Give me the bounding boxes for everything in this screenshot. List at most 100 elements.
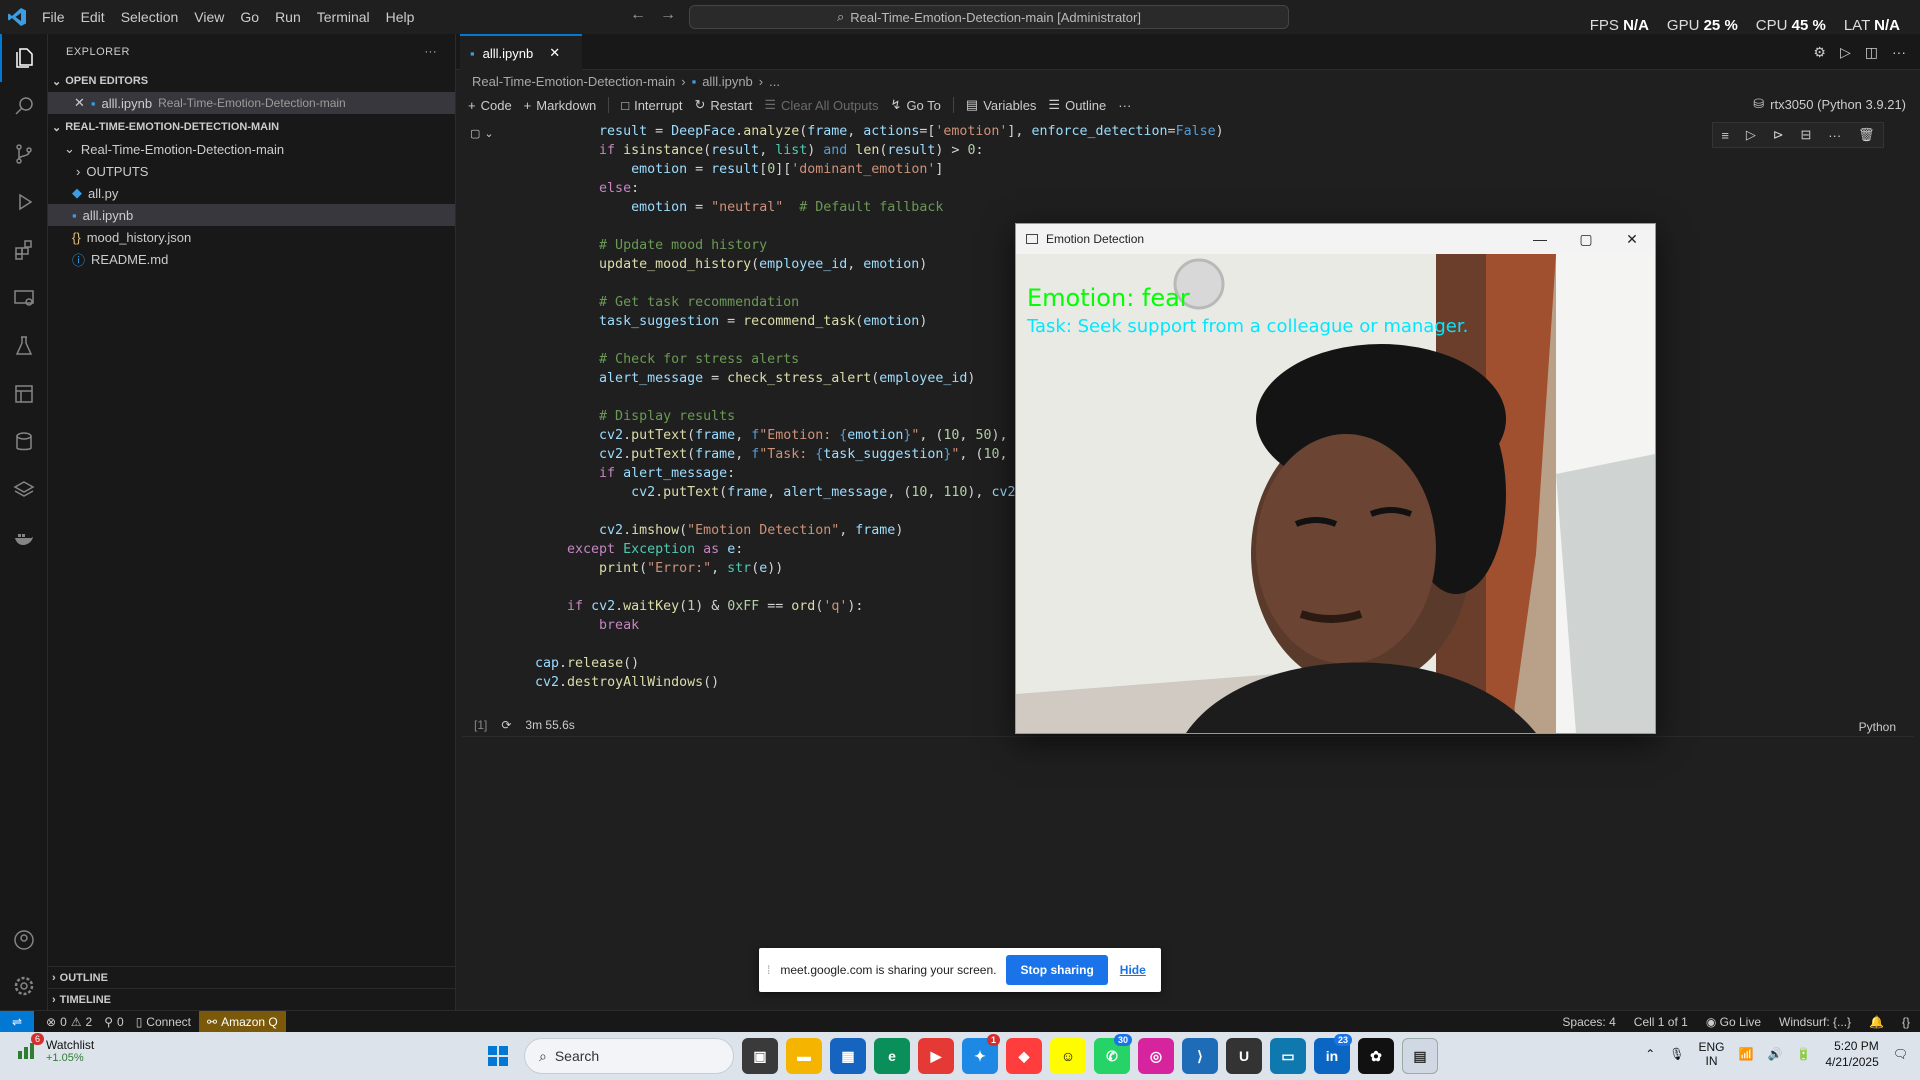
close-icon[interactable]: ✕ [549,45,560,61]
file-item-mood-history[interactable]: {} mood_history.json [48,226,455,248]
more-actions-icon[interactable]: ··· [425,46,438,58]
more-actions-icon[interactable]: ··· [1828,128,1841,143]
menu-view[interactable]: View [186,9,232,25]
run-cell-icon[interactable]: ▷ [1746,127,1756,143]
menu-go[interactable]: Go [232,9,267,25]
close-icon[interactable]: ✕ [1609,224,1655,254]
chevron-up-icon[interactable]: ⌃ [1645,1047,1655,1061]
add-code-button[interactable]: + Code [468,98,512,113]
remote-indicator-icon[interactable]: ⇌ [0,1010,34,1033]
restart-button[interactable]: ↻ Restart [695,97,753,113]
braces-icon[interactable]: {} [1902,1015,1910,1029]
file-item-all-py[interactable]: ◆ all.py [48,182,455,204]
run-debug-icon[interactable] [0,178,48,226]
cell-indicator[interactable]: Cell 1 of 1 [1634,1015,1688,1029]
chevron-down-icon[interactable]: ⌄ [484,127,493,140]
variables-button[interactable]: ▤ Variables [966,97,1037,113]
maximize-icon[interactable]: ▢ [1563,224,1609,254]
extensions-icon[interactable] [0,226,48,274]
task-view-icon[interactable]: ▣ [742,1038,778,1074]
run-icon[interactable]: ▷ [1840,44,1851,61]
file-explorer-icon[interactable]: ▬ [786,1038,822,1074]
file-item-alll-ipynb[interactable]: ▪ alll.ipynb [48,204,455,226]
more-actions-icon[interactable]: ··· [1892,44,1906,61]
back-arrow-icon[interactable]: ← [630,6,646,24]
instagram-icon[interactable]: ◎ [1138,1038,1174,1074]
menu-file[interactable]: File [34,9,73,25]
spaces-indicator[interactable]: Spaces: 4 [1562,1015,1615,1029]
layers-icon[interactable] [0,466,48,514]
volume-icon[interactable]: 🔊 [1767,1047,1782,1061]
unigram-icon[interactable]: U [1226,1038,1262,1074]
remote-explorer-icon[interactable] [0,274,48,322]
edge-browser-icon[interactable]: e [874,1038,910,1074]
language-indicator[interactable]: ENG IN [1699,1040,1725,1068]
search-icon[interactable] [0,82,48,130]
project-section[interactable]: ⌄ REAL-TIME-EMOTION-DETECTION-MAIN [48,116,455,138]
hide-button[interactable]: Hide [1120,963,1146,977]
stop-sharing-button[interactable]: Stop sharing [1006,955,1108,985]
delete-cell-icon[interactable]: 🗑 [1858,127,1875,143]
docker-icon[interactable] [0,514,48,562]
file-item-outputs[interactable]: › OUTPUTS [48,160,455,182]
notebook-panel-icon[interactable] [0,370,48,418]
snapchat-icon[interactable]: ☺ [1050,1038,1086,1074]
go-live-button[interactable]: ◉ Go Live [1706,1015,1761,1029]
linkedin-icon[interactable]: in 23 [1314,1034,1352,1074]
cell-language-label[interactable]: Python [1859,720,1896,734]
menu-terminal[interactable]: Terminal [309,9,378,25]
prime-video-icon[interactable]: ▭ [1270,1038,1306,1074]
copilot-icon[interactable]: ✦ 1 [962,1034,1000,1074]
run-below-icon[interactable]: ⊳ [1773,127,1784,143]
clock[interactable]: 5:20 PM 4/21/2025 [1825,1038,1878,1070]
python-window-icon[interactable]: ▤ [1402,1038,1438,1074]
timeline-section[interactable]: › TIMELINE [48,988,456,1010]
file-item-readme[interactable]: ⓘ README.md [48,248,455,270]
split-editor-icon[interactable]: ◫ [1865,44,1878,61]
drag-handle-icon[interactable]: ⁞ [767,963,770,977]
goto-button[interactable]: ↯ Go To [891,97,941,113]
whatsapp-icon[interactable]: ✆ 30 [1094,1034,1132,1074]
forward-arrow-icon[interactable]: → [660,6,676,24]
split-cell-icon[interactable]: ⊟ [1800,127,1811,143]
notification-icon[interactable]: 🗨 [1893,1047,1908,1061]
breadcrumb-folder[interactable]: Real-Time-Emotion-Detection-main [472,74,675,89]
microphone-icon[interactable]: 🎙 [1669,1047,1684,1061]
emotion-detection-window[interactable]: Emotion Detection — ▢ ✕ Emotion: fear Ta… [1015,223,1656,734]
explorer-icon[interactable] [0,34,48,82]
tab-alll-ipynb[interactable]: ▪ alll.ipynb ✕ [460,34,582,70]
folder-item[interactable]: ⌄ Real-Time-Emotion-Detection-main [48,138,455,160]
windows-start-icon[interactable] [480,1038,516,1074]
add-markdown-button[interactable]: + Markdown [524,98,597,113]
more-actions-icon[interactable]: ··· [1118,98,1131,113]
run-above-icon[interactable]: ≡ [1721,128,1729,143]
clear-outputs-button[interactable]: ☰ Clear All Outputs [764,97,878,113]
chatgpt-icon[interactable]: ✿ [1358,1038,1394,1074]
account-icon[interactable] [0,916,48,964]
menu-run[interactable]: Run [267,9,309,25]
menu-selection[interactable]: Selection [113,9,187,25]
settings-gear-icon[interactable] [0,962,48,1010]
diamond-app-icon[interactable]: ◆ [1006,1038,1042,1074]
watchlist-widget[interactable]: 6 Watchlist +1.05% [16,1032,94,1064]
outline-button[interactable]: ☰ Outline [1048,97,1106,113]
problems-indicator[interactable]: ⊗ 0 ⚠ 2 [46,1015,92,1029]
vscode-taskbar-icon[interactable]: ⟩ [1182,1038,1218,1074]
youtube-icon[interactable]: ▶ [918,1038,954,1074]
breadcrumb-more[interactable]: ... [769,74,780,89]
menu-edit[interactable]: Edit [73,9,113,25]
testing-flask-icon[interactable] [0,322,48,370]
breadcrumb-file[interactable]: alll.ipynb [702,74,753,89]
gear-icon[interactable]: ⚙ [1813,44,1826,61]
source-control-icon[interactable] [0,130,48,178]
database-icon[interactable] [0,418,48,466]
kernel-picker[interactable]: ⛁ rtx3050 (Python 3.9.21) [1753,96,1906,112]
windsurf-indicator[interactable]: Windsurf: {...} [1779,1015,1851,1029]
interrupt-button[interactable]: □ Interrupt [621,98,682,113]
store-icon[interactable]: ▦ [830,1038,866,1074]
command-center-search[interactable]: ⌕ Real-Time-Emotion-Detection-main [Admi… [689,5,1289,29]
outline-section[interactable]: › OUTLINE [48,966,456,988]
close-icon[interactable]: ✕ [74,95,85,111]
amazon-q-button[interactable]: ⚯ Amazon Q [199,1010,286,1033]
connect-button[interactable]: ▯ Connect [136,1015,191,1029]
